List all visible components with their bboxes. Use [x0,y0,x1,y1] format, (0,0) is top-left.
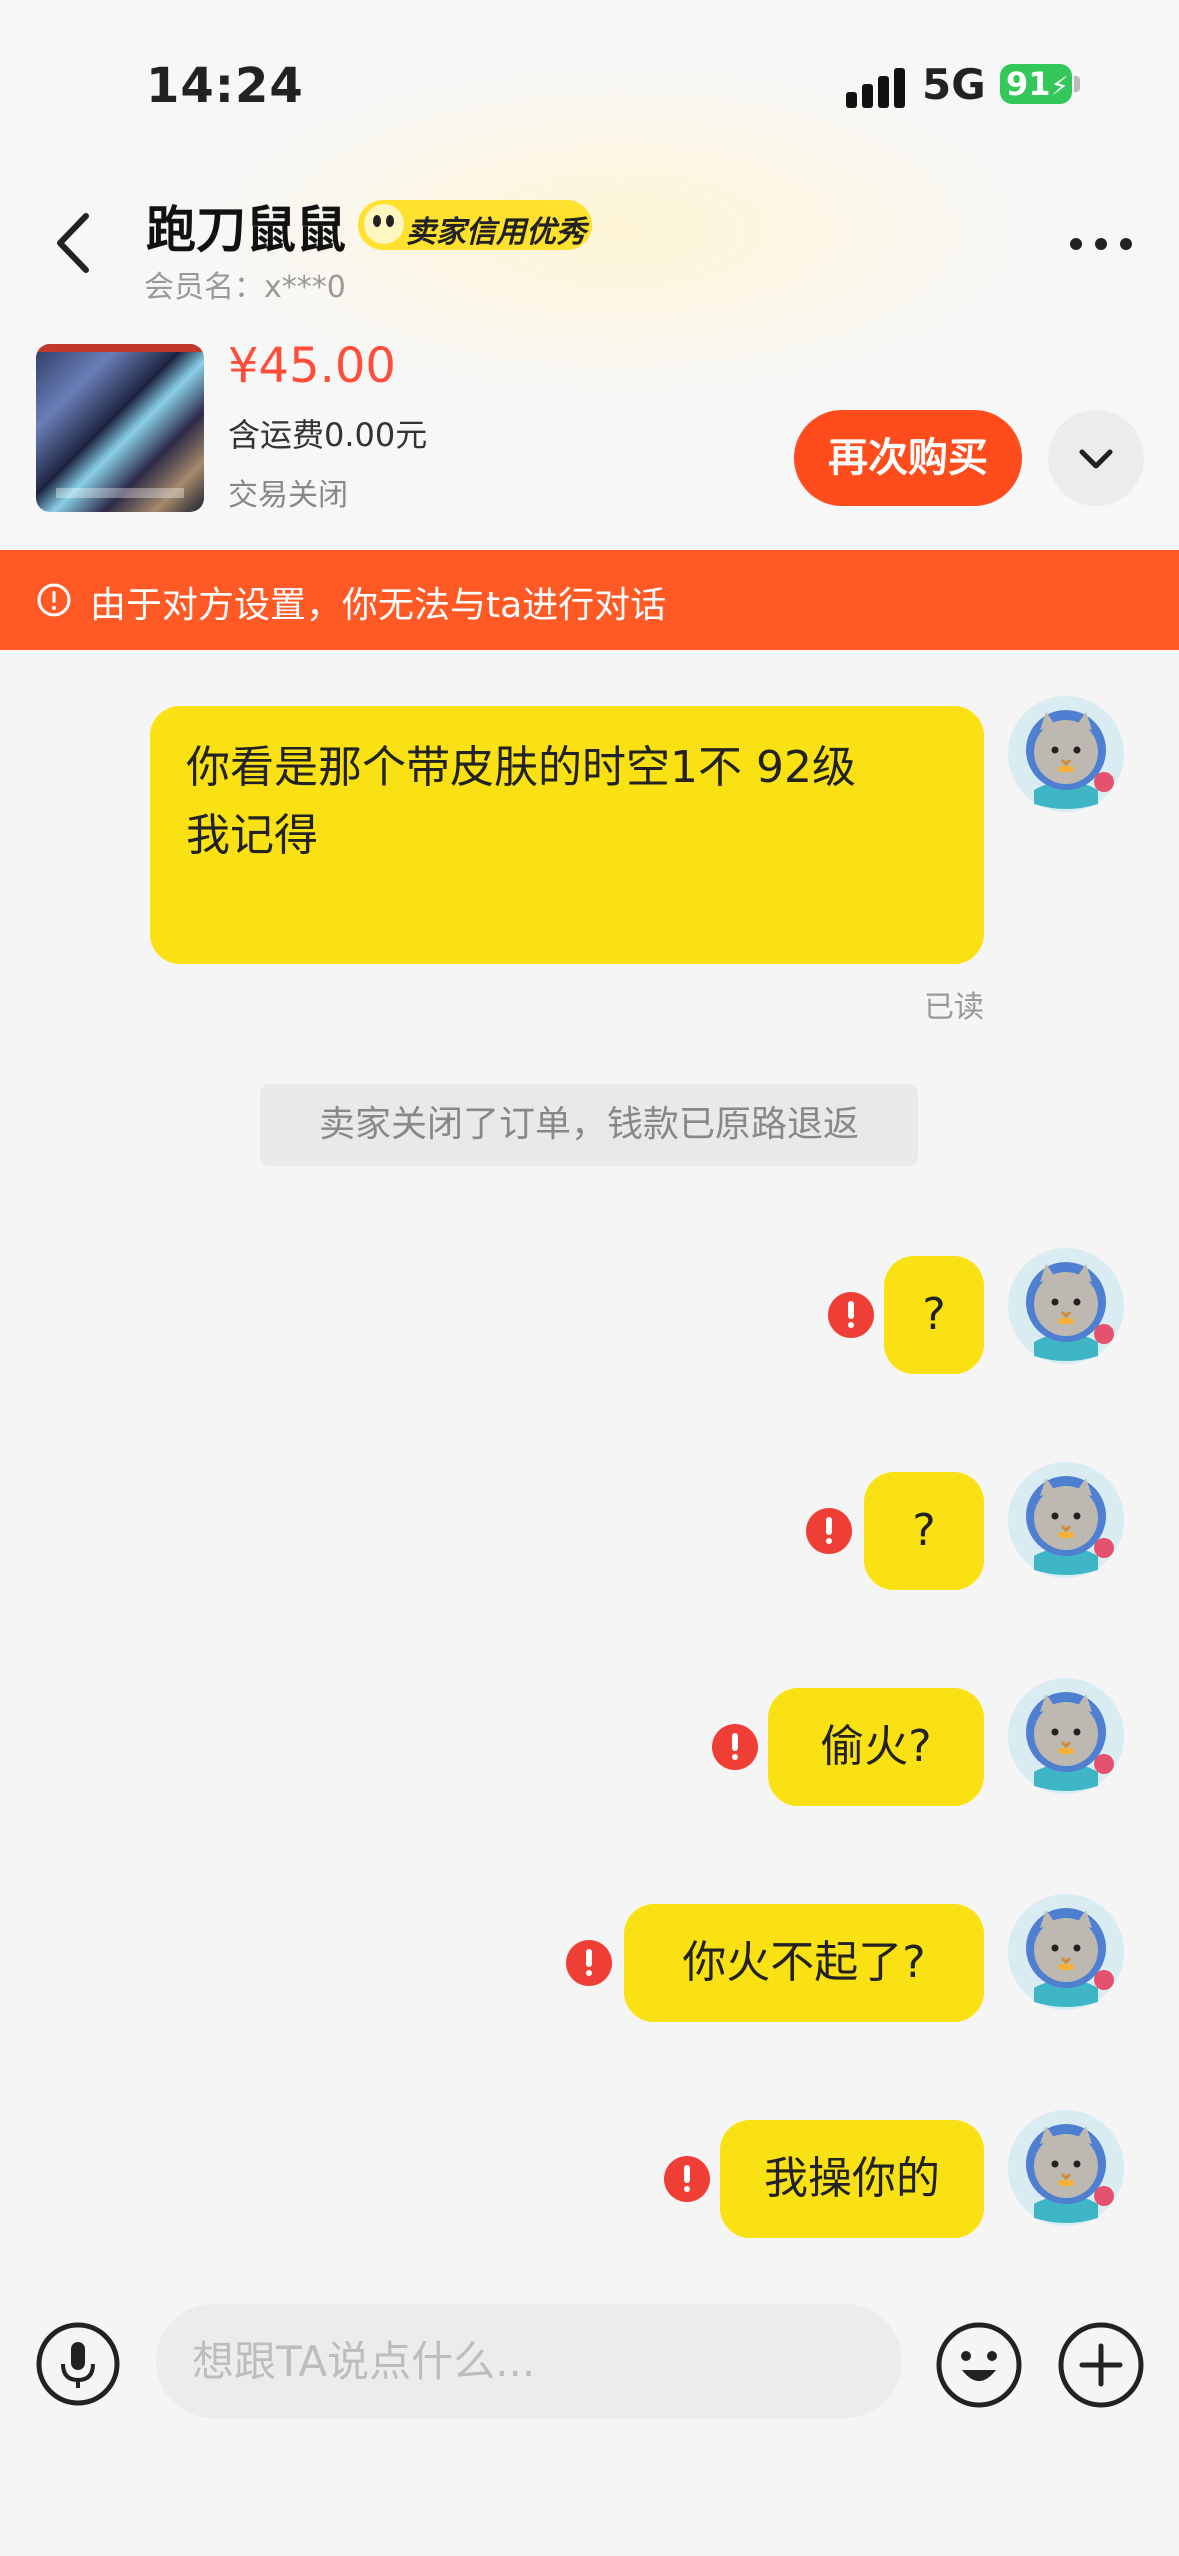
error-icon[interactable] [806,1508,852,1554]
message-bubble[interactable]: 你火不起了? [624,1904,984,2022]
error-icon[interactable] [566,1940,612,1986]
avatar[interactable] [1006,1676,1126,1796]
message-bubble[interactable]: 偷火? [768,1688,984,1806]
trade-status: 交易关闭 [228,478,348,513]
emoji-icon [936,2322,1022,2408]
message-input[interactable] [156,2304,902,2418]
emoji-button[interactable] [936,2322,1022,2408]
seller-name[interactable]: 跑刀鼠鼠 [146,190,346,262]
message-text: 你看是那个带皮肤的时空1不 92级 [186,742,856,793]
chevron-down-icon [1079,449,1113,469]
read-status: 已读 [924,990,984,1025]
battery-icon: 91⚡ [1000,64,1072,104]
status-time: 14:24 [146,58,304,114]
expand-button[interactable] [1048,410,1144,506]
credit-badge[interactable]: 卖家信用优秀 [358,200,592,250]
message-bubble[interactable]: 我操你的 [720,2120,984,2238]
message-text: ? [912,1505,936,1556]
message-text: ? [922,1289,946,1340]
system-message: 卖家关闭了订单，钱款已原路退返 [260,1084,918,1166]
message-text: 我记得 [186,810,318,861]
product-price: ¥45.00 [228,338,396,394]
rebuy-button[interactable]: 再次购买 [794,410,1022,506]
more-icon [1070,238,1082,250]
product-shipping: 含运费0.00元 [228,416,428,454]
message-text: 我操你的 [764,2153,940,2204]
more-button[interactable] [1066,224,1136,264]
microphone-icon [36,2322,120,2406]
plus-icon [1058,2322,1144,2408]
member-name: 会员名：x***0 [144,270,346,305]
alert-icon [37,583,71,617]
message-bubble[interactable]: ? [864,1472,984,1590]
badge-mascot-icon [364,204,404,244]
more-actions-button[interactable] [1058,2322,1144,2408]
product-thumbnail[interactable] [36,344,204,512]
avatar[interactable] [1006,2108,1126,2228]
chat-restriction-banner: 由于对方设置，你无法与ta进行对话 [0,550,1179,650]
message-bubble[interactable]: ? [884,1256,984,1374]
error-icon[interactable] [828,1292,874,1338]
battery-tip [1074,76,1080,92]
badge-label: 卖家信用优秀 [406,215,586,250]
banner-text: 由于对方设置，你无法与ta进行对话 [90,585,667,626]
back-icon [57,213,89,273]
error-icon[interactable] [664,2156,710,2202]
avatar[interactable] [1006,1246,1126,1366]
avatar[interactable] [1006,1460,1126,1580]
voice-button[interactable] [36,2322,120,2406]
network-type: 5G [922,60,986,109]
error-icon[interactable] [712,1724,758,1770]
avatar[interactable] [1006,694,1126,814]
message-bubble[interactable]: 你看是那个带皮肤的时空1不 92级 我记得 [150,706,984,964]
message-text: 你火不起了? [682,1937,926,1988]
back-button[interactable] [48,208,100,278]
battery-level: 91 [1006,65,1051,103]
avatar[interactable] [1006,1892,1126,2012]
message-text: 偷火? [820,1721,932,1772]
signal-icon [846,64,906,108]
